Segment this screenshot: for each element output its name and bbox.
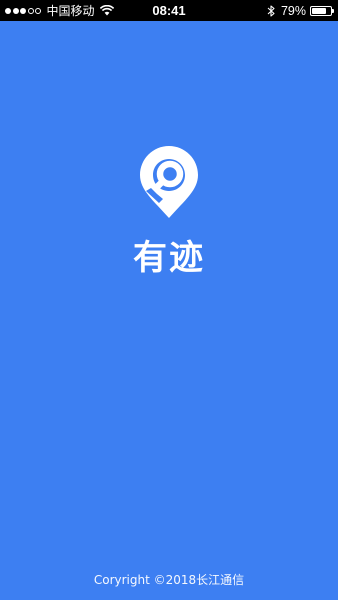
battery-tip — [332, 9, 334, 13]
bluetooth-icon — [267, 4, 275, 17]
location-pin-logo-icon — [136, 143, 202, 223]
status-right: 79% — [267, 0, 334, 21]
battery-level — [312, 7, 327, 14]
status-bar: 中国移动 08:41 79% — [0, 0, 338, 21]
app-name: 有迹 — [133, 238, 205, 278]
battery-icon — [310, 5, 334, 16]
copyright-text: Coryright ©2018长江通信 — [93, 573, 245, 587]
splash-screen: 中国移动 08:41 79% 有迹 Coryright ©2018长江通信 — [0, 0, 338, 600]
battery-percent: 79% — [280, 3, 306, 18]
